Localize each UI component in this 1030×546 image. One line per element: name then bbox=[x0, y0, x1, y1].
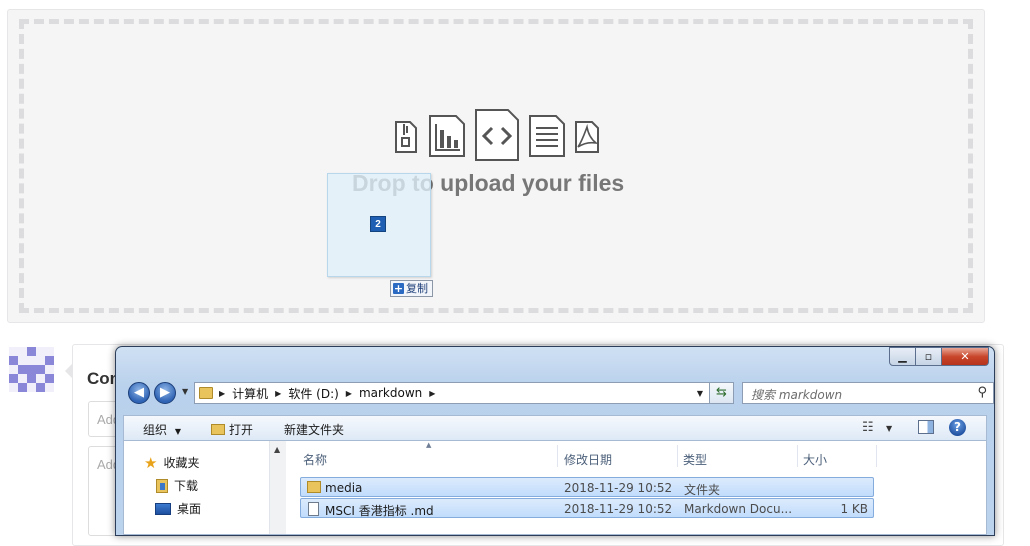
desktop-icon bbox=[155, 502, 171, 515]
navigation-pane: ★ 收藏夹 下载 桌面 bbox=[124, 441, 270, 534]
file-type: Markdown Docu... bbox=[684, 502, 793, 516]
column-header-name[interactable]: 名称 bbox=[303, 451, 327, 468]
markdown-file-icon bbox=[308, 502, 319, 516]
maximize-icon: ▫ bbox=[924, 350, 933, 363]
open-button[interactable]: 打开 bbox=[211, 421, 253, 438]
nav-pane-scrollbar[interactable]: ▲ bbox=[269, 441, 286, 534]
code-file-icon bbox=[475, 109, 519, 161]
scroll-up-icon[interactable]: ▲ bbox=[274, 445, 280, 454]
file-drop-zone[interactable] bbox=[7, 9, 985, 323]
refresh-button[interactable]: ⇆ bbox=[710, 382, 734, 404]
explorer-content: ★ 收藏夹 下载 桌面 ▲ ▲ 名称 修改日期 类型 大小 media 2018… bbox=[123, 441, 987, 535]
file-name: media bbox=[325, 481, 363, 495]
star-icon: ★ bbox=[144, 453, 158, 472]
nav-item-favorites[interactable]: ★ 收藏夹 bbox=[144, 454, 199, 471]
chevron-down-icon: ▼ bbox=[174, 427, 181, 436]
search-input[interactable]: 搜索 markdown ⚲ bbox=[742, 382, 994, 404]
column-header-type[interactable]: 类型 bbox=[683, 451, 707, 468]
column-divider[interactable] bbox=[557, 445, 558, 467]
maximize-button[interactable]: ▫ bbox=[916, 347, 942, 366]
downloads-folder-icon bbox=[156, 478, 168, 493]
file-size: 1 KB bbox=[840, 502, 868, 516]
search-placeholder: 搜索 markdown bbox=[751, 388, 843, 402]
nav-item-label: 桌面 bbox=[177, 502, 202, 516]
back-button[interactable]: ◀ bbox=[128, 382, 150, 404]
address-bar[interactable]: ▶ 计算机 ▶ 软件 (D:) ▶ markdown ▶ ▼ bbox=[194, 382, 710, 404]
breadcrumb-separator-icon[interactable]: ▶ bbox=[219, 389, 225, 398]
drag-count-badge: 2 bbox=[370, 216, 386, 232]
back-arrow-icon: ◀ bbox=[134, 385, 144, 400]
text-file-icon bbox=[529, 115, 565, 157]
nav-item-label: 下载 bbox=[174, 479, 199, 493]
minimize-icon: ▁ bbox=[898, 350, 907, 363]
breadcrumb-drive[interactable]: 软件 (D:) bbox=[288, 385, 338, 402]
file-type-icons bbox=[390, 106, 610, 162]
address-history-dropdown-icon[interactable]: ▼ bbox=[697, 389, 703, 398]
search-icon[interactable]: ⚲ bbox=[977, 385, 987, 400]
file-date: 2018-11-29 10:52 bbox=[564, 481, 673, 495]
column-header-size[interactable]: 大小 bbox=[803, 451, 827, 468]
recent-pages-dropdown-icon[interactable]: ▼ bbox=[182, 387, 188, 396]
folder-icon bbox=[307, 481, 321, 493]
plus-icon: + bbox=[393, 282, 404, 295]
sort-indicator-icon: ▲ bbox=[426, 441, 432, 449]
nav-item-desktop[interactable]: 桌面 bbox=[155, 500, 201, 517]
minimize-button[interactable]: ▁ bbox=[889, 347, 916, 366]
drag-copy-tooltip: + 复制 bbox=[390, 280, 433, 297]
command-bar: 组织 ▼ 打开 新建文件夹 ☷ ▼ ? bbox=[123, 415, 987, 441]
open-label: 打开 bbox=[229, 423, 254, 437]
breadcrumb-separator-icon[interactable]: ▶ bbox=[429, 389, 435, 398]
breadcrumb-markdown[interactable]: markdown bbox=[359, 386, 422, 400]
view-dropdown-icon[interactable]: ▼ bbox=[886, 424, 892, 433]
close-button[interactable]: ✕ bbox=[942, 347, 989, 366]
window-caption-buttons: ▁ ▫ ✕ bbox=[889, 347, 989, 366]
column-header-date[interactable]: 修改日期 bbox=[564, 451, 612, 468]
column-divider[interactable] bbox=[677, 445, 678, 467]
preview-pane-icon[interactable] bbox=[918, 420, 934, 434]
zip-file-icon bbox=[395, 121, 417, 153]
forward-arrow-icon: ▶ bbox=[160, 385, 170, 400]
refresh-icon: ⇆ bbox=[716, 385, 727, 400]
avatar bbox=[9, 347, 54, 392]
breadcrumb-separator-icon[interactable]: ▶ bbox=[275, 389, 281, 398]
pdf-file-icon bbox=[575, 121, 599, 153]
forward-button[interactable]: ▶ bbox=[154, 382, 176, 404]
breadcrumb-separator-icon[interactable]: ▶ bbox=[346, 389, 352, 398]
chart-file-icon bbox=[429, 115, 465, 157]
nav-item-label: 收藏夹 bbox=[163, 456, 200, 470]
nav-item-downloads[interactable]: 下载 bbox=[156, 477, 198, 494]
column-divider[interactable] bbox=[876, 445, 877, 467]
breadcrumb-computer[interactable]: 计算机 bbox=[232, 385, 268, 402]
view-options-icon[interactable]: ☷ bbox=[862, 420, 874, 435]
close-icon: ✕ bbox=[960, 350, 970, 363]
file-row-media[interactable]: media 2018-11-29 10:52 文件夹 bbox=[300, 477, 874, 497]
new-folder-button[interactable]: 新建文件夹 bbox=[284, 421, 344, 438]
drop-zone-dashed-border bbox=[19, 19, 973, 313]
file-row-msci[interactable]: MSCI 香港指标 .md 2018-11-29 10:52 Markdown … bbox=[300, 498, 874, 518]
file-type: 文件夹 bbox=[684, 483, 721, 497]
open-folder-icon bbox=[211, 424, 225, 435]
organize-label: 组织 bbox=[143, 423, 168, 437]
help-icon[interactable]: ? bbox=[949, 419, 966, 436]
folder-icon bbox=[199, 387, 213, 399]
file-date: 2018-11-29 10:52 bbox=[564, 502, 673, 516]
navigation-bar: ◀ ▶ ▼ ▶ 计算机 ▶ 软件 (D:) ▶ markdown ▶ ▼ ⇆ 搜… bbox=[126, 381, 994, 405]
organize-menu[interactable]: 组织 ▼ bbox=[143, 421, 181, 438]
column-divider[interactable] bbox=[797, 445, 798, 467]
drag-copy-label: 复制 bbox=[406, 282, 428, 295]
file-name: MSCI 香港指标 .md bbox=[325, 504, 434, 518]
file-list: ▲ 名称 修改日期 类型 大小 media 2018-11-29 10:52 文… bbox=[286, 441, 986, 534]
explorer-window: ▁ ▫ ✕ ◀ ▶ ▼ ▶ 计算机 ▶ 软件 (D:) ▶ markdown ▶… bbox=[115, 346, 995, 536]
